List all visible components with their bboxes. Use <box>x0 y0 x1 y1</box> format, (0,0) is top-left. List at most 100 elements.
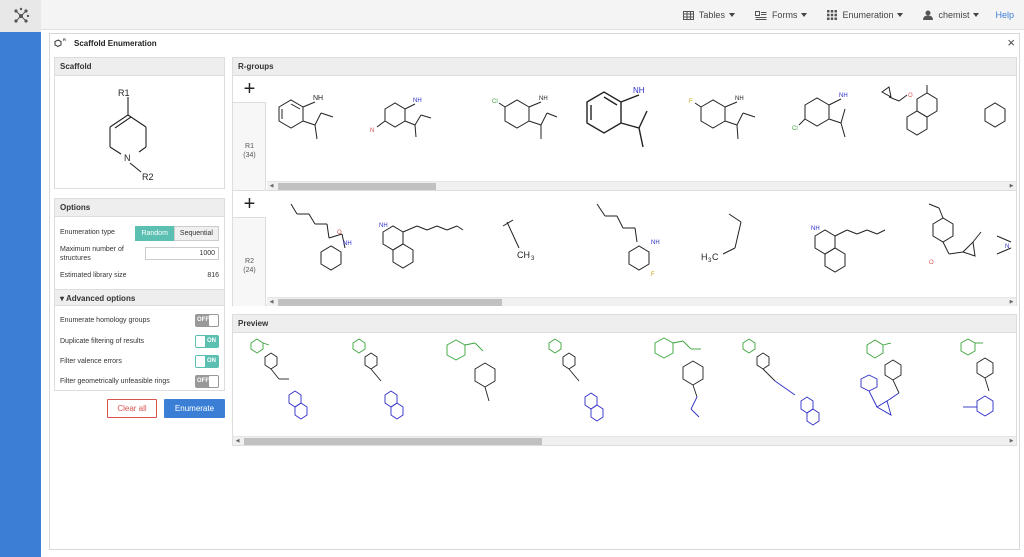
form-icon <box>754 10 767 20</box>
r2-scroll-thumb[interactable] <box>278 299 502 306</box>
top-nav: Tables Forms Enumeration chemist Help <box>682 0 1024 30</box>
scroll-right-icon[interactable]: ▶ <box>1007 182 1016 191</box>
enum-type-label: Enumeration type <box>60 229 115 236</box>
scroll-left-icon[interactable]: ◀ <box>267 182 276 191</box>
scaffold-n: N <box>124 153 131 163</box>
advanced-option-row: Filter geometrically unfeasible rings OF… <box>60 375 219 388</box>
advanced-option-row: Duplicate filtering of results ON <box>60 335 219 348</box>
library-size-row: Estimated library size 816 <box>60 272 219 282</box>
forms-label: Forms <box>771 10 798 20</box>
preview-panel: Preview ◀ ▶ <box>232 314 1017 446</box>
forms-menu[interactable]: Forms <box>754 10 808 20</box>
chevron-down-icon <box>973 13 980 17</box>
max-structures-input[interactable]: 1000 <box>145 247 219 260</box>
random-button[interactable]: Random <box>135 226 174 241</box>
help-link[interactable]: Help <box>995 10 1014 20</box>
nh-label: NH <box>379 223 388 229</box>
scroll-left-icon[interactable]: ◀ <box>233 437 242 446</box>
f-label: F <box>689 99 693 105</box>
rgroups-heading: R-groups <box>233 58 1016 76</box>
scroll-right-icon[interactable]: ▶ <box>1007 298 1016 307</box>
o-label: O <box>908 93 913 99</box>
preview-structures[interactable] <box>235 335 1015 435</box>
cl-label: Cl <box>492 99 498 105</box>
user-icon <box>923 10 934 20</box>
r1-structures[interactable]: NH NH N NH Cl NH NH F NH Cl O <box>267 77 1017 171</box>
option-valence-label: Filter valence errors <box>60 358 122 365</box>
option-rings-label: Filter geometrically unfeasible rings <box>60 378 170 385</box>
nh-label: NH <box>735 96 744 102</box>
rgroup-row-r1: + R1 (34) NH NH N NH Cl NH NH F NH Cl O … <box>233 77 1016 191</box>
valence-toggle-state: ON <box>207 358 216 364</box>
homology-toggle[interactable]: OFF <box>195 314 219 327</box>
r1-name: R1 <box>245 143 254 150</box>
scaffold-heading: Scaffold <box>55 58 224 76</box>
advanced-option-row: Filter valence errors ON <box>60 355 219 368</box>
duplicate-toggle-state: ON <box>207 338 216 344</box>
advanced-options-header[interactable]: ▾ Advanced options <box>55 289 224 306</box>
scaffold-enumeration-window: R Scaffold Enumeration × Scaffold R1 N R… <box>49 33 1020 550</box>
window-title: Scaffold Enumeration <box>74 38 157 48</box>
user-menu[interactable]: chemist <box>923 10 980 20</box>
scroll-left-icon[interactable]: ◀ <box>267 298 276 307</box>
r1-label: R1 (34) <box>233 142 266 160</box>
clear-all-button[interactable]: Clear all <box>107 399 157 418</box>
enumerate-button[interactable]: Enumerate <box>164 399 225 418</box>
nh-label: NH <box>811 226 820 232</box>
f-label: F <box>651 272 655 278</box>
chevron-down-icon <box>728 13 735 17</box>
grid-icon <box>827 10 838 20</box>
h3c-label: H <box>701 252 708 262</box>
rgroup-row-r2: + R2 (24) NH O NH CH 3 NH F H 3 C NH O N… <box>233 192 1016 306</box>
enumeration-menu[interactable]: Enumeration <box>827 10 904 20</box>
r1-scroll-thumb[interactable] <box>278 183 436 190</box>
preview-heading: Preview <box>233 315 1016 333</box>
h3c-c: C <box>712 252 719 262</box>
sequential-button[interactable]: Sequential <box>173 226 219 241</box>
r1-scrollbar[interactable]: ◀ ▶ <box>267 181 1016 190</box>
r1-count: (34) <box>243 152 256 159</box>
option-duplicate-label: Duplicate filtering of results <box>60 338 145 345</box>
scroll-right-icon[interactable]: ▶ <box>1007 437 1016 446</box>
left-sidebar <box>0 0 41 557</box>
valence-toggle[interactable]: ON <box>195 355 219 368</box>
n-label: N <box>1005 244 1009 250</box>
add-r2-button[interactable]: + <box>233 192 266 218</box>
nh-label: NH <box>633 86 645 95</box>
app-logo-icon[interactable] <box>0 0 41 32</box>
r2-name: R2 <box>245 258 254 265</box>
rgroups-panel: R-groups + R1 (34) NH NH N NH Cl NH NH F… <box>232 57 1017 306</box>
rgroup-r2-sidebar: + R2 (24) <box>233 192 266 306</box>
library-size-value: 816 <box>207 272 219 279</box>
r2-count: (24) <box>243 267 256 274</box>
enum-type-row: Enumeration type Random Sequential <box>60 226 219 241</box>
tables-menu[interactable]: Tables <box>682 10 735 20</box>
nitro-n-label: N <box>370 128 374 134</box>
o-label: O <box>929 260 934 266</box>
ch3-label: CH <box>517 250 530 260</box>
r2-structures[interactable]: NH O NH CH 3 NH F H 3 C NH O N <box>267 192 1017 286</box>
preview-scroll-thumb[interactable] <box>244 438 542 445</box>
r2-scrollbar[interactable]: ◀ ▶ <box>267 297 1016 306</box>
duplicate-toggle[interactable]: ON <box>195 335 219 348</box>
advanced-option-row: Enumerate homology groups OFF <box>60 314 219 327</box>
library-size-label: Estimated library size <box>60 272 127 279</box>
chevron-down-icon <box>897 13 904 17</box>
scaffold-panel: Scaffold R1 N R2 <box>54 57 225 189</box>
nh-label: NH <box>651 240 660 246</box>
close-icon[interactable]: × <box>1007 36 1015 49</box>
r2-label: R2 (24) <box>233 257 266 275</box>
add-r1-button[interactable]: + <box>233 77 266 103</box>
top-bar: Tables Forms Enumeration chemist Help <box>41 0 1024 30</box>
preview-scrollbar[interactable]: ◀ ▶ <box>233 436 1016 445</box>
chevron-down-icon <box>801 13 808 17</box>
homology-toggle-state: OFF <box>197 317 209 323</box>
nh-label: NH <box>413 98 422 104</box>
enum-type-toggle: Random Sequential <box>135 226 219 241</box>
scaffold-structure[interactable]: R1 N R2 <box>55 77 224 189</box>
ch3-sub: 3 <box>531 256 535 262</box>
scaffold-icon: R <box>54 37 66 48</box>
scaffold-r2: R2 <box>142 172 154 182</box>
rings-toggle-state: OFF <box>197 378 209 384</box>
rings-toggle[interactable]: OFF <box>195 375 219 388</box>
